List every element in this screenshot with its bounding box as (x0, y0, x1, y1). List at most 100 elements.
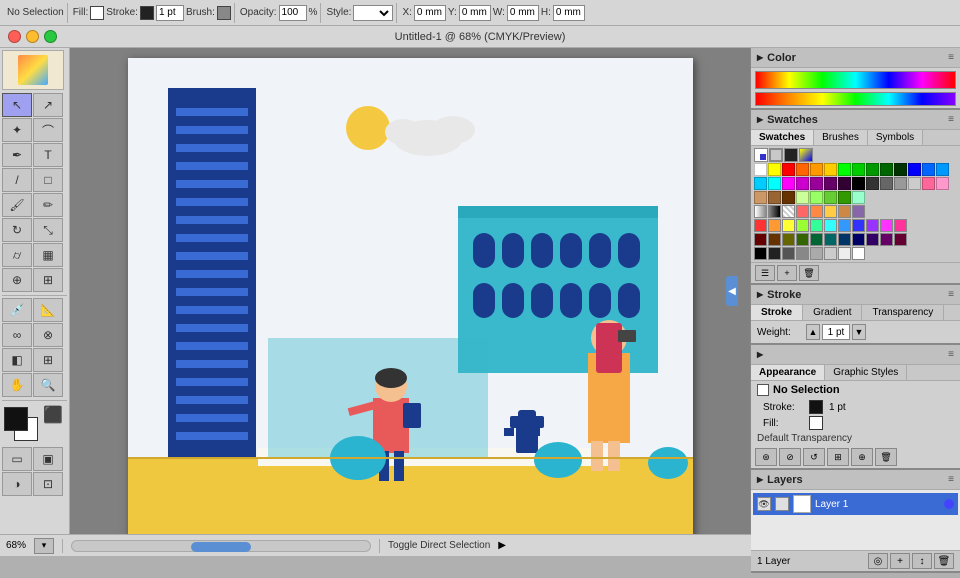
swatch-24[interactable] (894, 177, 907, 190)
s6[interactable] (824, 219, 837, 232)
brush-color-box[interactable] (217, 6, 231, 20)
appear-btn-5[interactable]: ⊕ (851, 448, 873, 466)
w-input[interactable] (507, 5, 539, 21)
standard-screen-btn[interactable]: ▭ (2, 447, 32, 471)
appear-btn-4[interactable]: ⊞ (827, 448, 849, 466)
swatch-15[interactable] (768, 177, 781, 190)
panel-collapse-btn[interactable]: ◀ (726, 276, 738, 306)
symbol-sprayer-tool[interactable]: ⊕ (2, 268, 32, 292)
zoom-tool[interactable]: 🔍 (33, 373, 63, 397)
g1[interactable] (754, 247, 767, 260)
d2[interactable] (768, 233, 781, 246)
gradient-swatch[interactable] (754, 205, 767, 218)
close-button[interactable] (8, 30, 21, 43)
swatch-27[interactable] (936, 177, 949, 190)
swatch-3[interactable] (796, 163, 809, 176)
d5[interactable] (810, 233, 823, 246)
red-swatch[interactable] (796, 205, 809, 218)
pen-tool[interactable]: ✒ (2, 143, 32, 167)
d10[interactable] (880, 233, 893, 246)
purple-swatch[interactable] (852, 205, 865, 218)
color-spectrum-bar[interactable] (755, 92, 956, 106)
swatch-17[interactable] (796, 177, 809, 190)
no-sel-checkbox[interactable] (757, 384, 769, 396)
layer-lock-btn[interactable] (775, 497, 789, 511)
d8[interactable] (852, 233, 865, 246)
d11[interactable] (894, 233, 907, 246)
swatch-26[interactable] (922, 177, 935, 190)
paintbrush-tool[interactable]: 🖌 (2, 193, 32, 217)
appear-btn-2[interactable]: ⊘ (779, 448, 801, 466)
swatch-21[interactable] (852, 177, 865, 190)
column-graph-tool[interactable]: ⊞ (33, 268, 63, 292)
tab-swatches[interactable]: Swatches (751, 130, 814, 145)
h-input[interactable] (553, 5, 585, 21)
tab-transparency[interactable]: Transparency (862, 305, 944, 320)
swatch-14[interactable] (754, 177, 767, 190)
selection-tool[interactable]: ↖ (2, 93, 32, 117)
text-tool[interactable]: T (33, 143, 63, 167)
swatch-1[interactable] (768, 163, 781, 176)
swatch-new-btn[interactable]: + (777, 265, 797, 281)
d4[interactable] (796, 233, 809, 246)
appear-panel-expand[interactable]: ≡ (948, 349, 954, 360)
blend-tool[interactable]: ∞ (2, 323, 32, 347)
measure-tool[interactable]: 📐 (33, 298, 63, 322)
tab-stroke[interactable]: Stroke (751, 305, 803, 320)
zoom-dropdown-btn[interactable]: ▾ (34, 538, 54, 554)
swatch-new[interactable] (754, 148, 768, 162)
y-input[interactable] (459, 5, 491, 21)
swatch-23[interactable] (880, 177, 893, 190)
tab-brushes[interactable]: Brushes (814, 130, 868, 145)
d9[interactable] (866, 233, 879, 246)
gradient-swatch-2[interactable] (768, 205, 781, 218)
g7[interactable] (838, 247, 851, 260)
g5[interactable] (810, 247, 823, 260)
stroke-swatch[interactable] (4, 407, 28, 431)
toggle-btn2[interactable]: ⊡ (33, 472, 63, 496)
maximize-button[interactable] (44, 30, 57, 43)
swatch-28[interactable] (754, 191, 767, 204)
rotate-tool[interactable]: ↻ (2, 218, 32, 242)
g6[interactable] (824, 247, 837, 260)
swatch-7[interactable] (852, 163, 865, 176)
swatch-18[interactable] (810, 177, 823, 190)
full-screen-btn[interactable]: ▣ (33, 447, 63, 471)
swatch-none[interactable] (769, 148, 783, 162)
appear-btn-3[interactable]: ↺ (803, 448, 825, 466)
swatches-panel-expand[interactable]: ≡ (948, 114, 954, 125)
layers-panel-expand[interactable]: ≡ (948, 474, 954, 485)
toggle-direct-arrow[interactable]: ▶ (498, 540, 506, 551)
direct-selection-tool[interactable]: ↗ (33, 93, 63, 117)
orange-swatch[interactable] (810, 205, 823, 218)
d3[interactable] (782, 233, 795, 246)
swatch-35[interactable] (852, 191, 865, 204)
gradient-tool[interactable]: ◧ (2, 348, 32, 372)
stroke-value-input[interactable]: 1 pt (156, 5, 184, 21)
magic-wand-tool[interactable]: ✦ (2, 118, 32, 142)
stroke-attr-color[interactable] (809, 400, 823, 414)
s10[interactable] (880, 219, 893, 232)
graph-tool[interactable]: ▦ (33, 243, 63, 267)
s9[interactable] (866, 219, 879, 232)
swatch-4[interactable] (810, 163, 823, 176)
swatch-11[interactable] (908, 163, 921, 176)
brown-swatch[interactable] (838, 205, 851, 218)
s7[interactable] (838, 219, 851, 232)
color-gradient-bar[interactable] (755, 71, 956, 89)
swatch-20[interactable] (838, 177, 851, 190)
mesh-tool[interactable]: ⊞ (33, 348, 63, 372)
lasso-tool[interactable]: ⌒ (33, 118, 63, 142)
s8[interactable] (852, 219, 865, 232)
swatch-16[interactable] (782, 177, 795, 190)
yellow-swatch[interactable] (824, 205, 837, 218)
stroke-panel-expand[interactable]: ≡ (948, 289, 954, 300)
pencil-tool[interactable]: ✏ (33, 193, 63, 217)
scale-tool[interactable]: ⤡ (33, 218, 63, 242)
g4[interactable] (796, 247, 809, 260)
swatch-grad[interactable] (799, 148, 813, 162)
pattern-swatch[interactable] (782, 205, 795, 218)
layers-btn-add[interactable]: + (890, 553, 910, 569)
swatch-31[interactable] (796, 191, 809, 204)
g2[interactable] (768, 247, 781, 260)
